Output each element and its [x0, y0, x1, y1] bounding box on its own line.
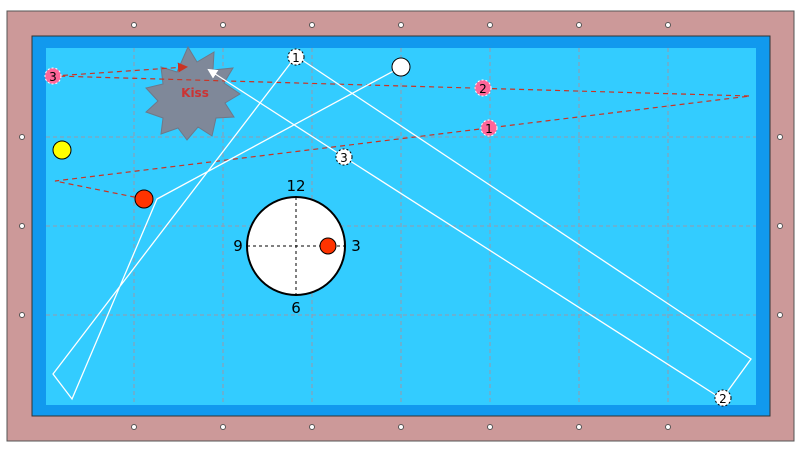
- diamond: [19, 312, 25, 318]
- diamond: [777, 134, 783, 140]
- object-marker-2: 2: [474, 79, 492, 97]
- cue-marker-3: 3: [335, 148, 353, 166]
- diamond: [19, 223, 25, 229]
- clock-label-left: 9: [233, 237, 243, 255]
- diamond: [131, 22, 137, 28]
- clock-label-top: 12: [286, 177, 305, 195]
- cue-marker-2-label: 2: [719, 392, 727, 406]
- diamond: [487, 22, 493, 28]
- diamond: [487, 424, 493, 430]
- object-marker-3-label: 3: [49, 70, 57, 84]
- cue-marker-3-label: 3: [340, 151, 348, 165]
- kiss-label: Kiss: [181, 86, 209, 100]
- yellow-ball: [52, 140, 72, 160]
- object-ball: [134, 189, 154, 209]
- diamond: [220, 22, 226, 28]
- clock-label-right: 3: [351, 237, 361, 255]
- diamond: [398, 22, 404, 28]
- diamond: [777, 223, 783, 229]
- object-marker-1: 1: [480, 119, 498, 137]
- diamond: [576, 424, 582, 430]
- diamond: [220, 424, 226, 430]
- cue-marker-2: 2: [714, 389, 732, 407]
- diamond: [131, 424, 137, 430]
- cue-tip-contact-point: [319, 237, 337, 255]
- diamond: [665, 22, 671, 28]
- cue-ball: [391, 57, 411, 77]
- object-marker-1-label: 1: [485, 122, 493, 136]
- diamond: [309, 22, 315, 28]
- cue-marker-1: 1: [287, 48, 305, 66]
- diamond: [777, 312, 783, 318]
- object-marker-3: 3: [44, 67, 62, 85]
- billiard-table-diagram: Kiss 1 2 3 1 2 3 12 3 6 9: [0, 0, 800, 450]
- cue-marker-1-label: 1: [292, 51, 300, 65]
- object-marker-2-label: 2: [479, 82, 487, 96]
- diamond: [19, 134, 25, 140]
- diamond: [665, 424, 671, 430]
- clock-label-bottom: 6: [291, 299, 301, 317]
- diamond: [576, 22, 582, 28]
- diamond: [309, 424, 315, 430]
- diamond: [398, 424, 404, 430]
